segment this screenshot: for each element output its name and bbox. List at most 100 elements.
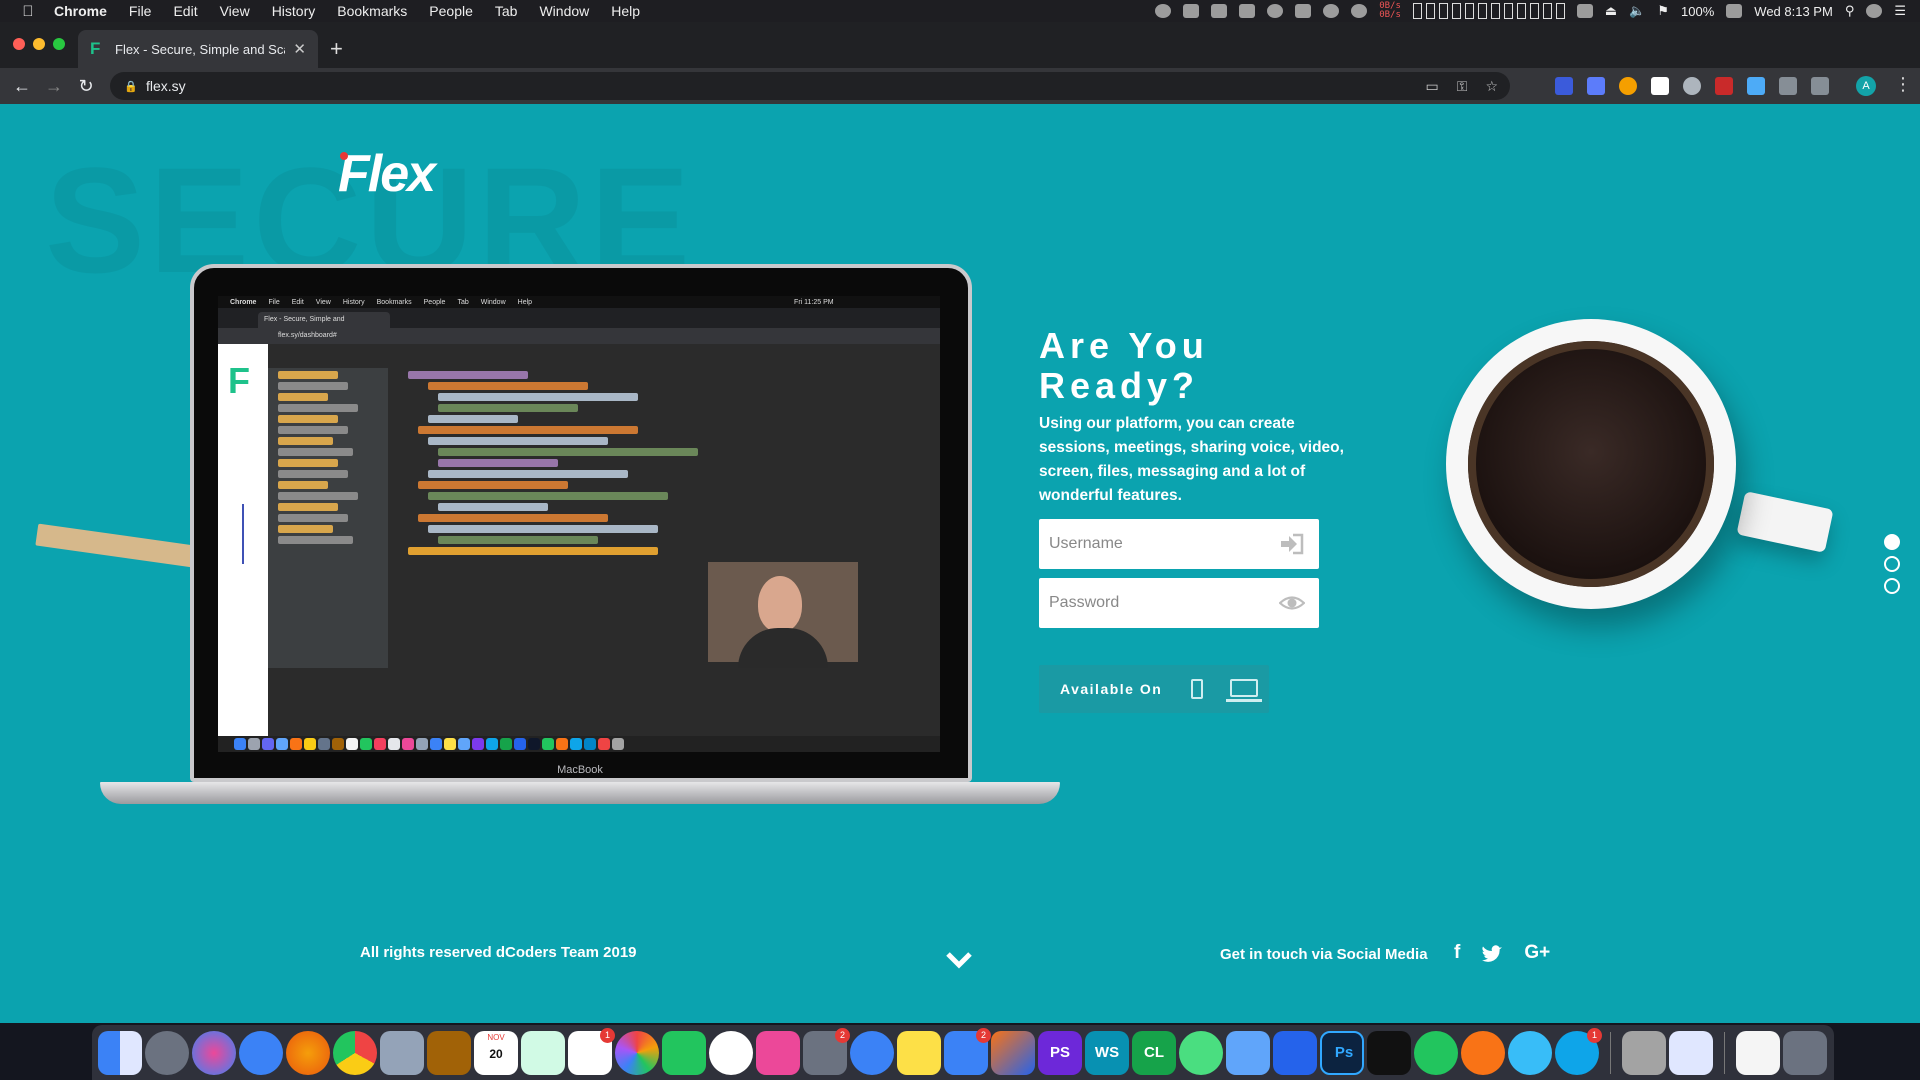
spotlight-search-icon[interactable]: ⚲ — [1845, 3, 1855, 19]
menu-tab[interactable]: Tab — [495, 3, 518, 19]
sign-in-icon[interactable] — [1279, 533, 1305, 555]
menu-people[interactable]: People — [429, 3, 473, 19]
news-icon[interactable] — [709, 1030, 753, 1075]
reminders-icon[interactable]: 1 — [568, 1027, 615, 1075]
address-bar[interactable]: 🔒 flex.sy ▭ ⚿ ☆ — [110, 72, 1510, 100]
menu-view[interactable]: View — [220, 3, 250, 19]
bug-icon[interactable] — [1295, 4, 1312, 18]
facetime-icon[interactable] — [662, 1030, 706, 1075]
battery-percent[interactable]: 100% — [1681, 4, 1714, 19]
keyboard-icon[interactable] — [1576, 4, 1593, 18]
lock-icon[interactable]: 🔒 — [124, 80, 138, 93]
chrome-icon[interactable] — [333, 1030, 377, 1075]
notification-center-icon[interactable]: ☰ — [1894, 3, 1906, 19]
volume-icon[interactable]: 🔈 — [1629, 3, 1645, 19]
archive-utility-icon[interactable] — [1622, 1030, 1666, 1075]
mobile-icon[interactable] — [1191, 679, 1203, 699]
prism-app-icon[interactable] — [1669, 1030, 1713, 1075]
photos-icon[interactable] — [615, 1030, 659, 1075]
desktop-icon[interactable] — [1226, 679, 1262, 702]
eject-icon[interactable]: ⏏ — [1605, 3, 1617, 19]
activity-icon[interactable] — [1323, 4, 1340, 18]
eye-icon[interactable] — [1279, 592, 1305, 614]
key-icon[interactable]: ⚿ — [1457, 78, 1468, 95]
close-window-button[interactable] — [13, 38, 25, 50]
launchpad-icon[interactable] — [145, 1030, 189, 1075]
minimize-window-button[interactable] — [33, 38, 45, 50]
menu-window[interactable]: Window — [539, 3, 589, 19]
checkmark-icon[interactable] — [1267, 4, 1284, 18]
document-stack-icon[interactable] — [1736, 1030, 1780, 1075]
clion-icon[interactable]: CL — [1132, 1030, 1176, 1075]
browser-menu-icon[interactable]: ⋮ — [1894, 74, 1912, 95]
webstorm-icon[interactable]: WS — [1085, 1030, 1129, 1075]
browser-tab[interactable]: F Flex - Secure, Simple and Scal ✕ — [78, 30, 318, 68]
safari-icon[interactable] — [239, 1030, 283, 1075]
password-input[interactable] — [1039, 578, 1269, 628]
twitter-icon[interactable] — [1482, 944, 1503, 962]
flex-logo[interactable]: Flex — [338, 144, 436, 204]
stack-extension-icon[interactable] — [1747, 77, 1765, 95]
notes-icon[interactable] — [897, 1030, 941, 1075]
menu-app-chrome[interactable]: Chrome — [54, 3, 107, 19]
adblock-extension-icon[interactable] — [1651, 77, 1669, 95]
new-tab-button[interactable]: + — [330, 36, 343, 62]
close-tab-icon[interactable]: ✕ — [293, 40, 306, 58]
siri-icon[interactable] — [1866, 4, 1883, 18]
phpstorm-icon[interactable]: PS — [1038, 1030, 1082, 1075]
slide-dot-1[interactable] — [1884, 534, 1900, 550]
menu-help[interactable]: Help — [611, 3, 640, 19]
xcode-icon[interactable] — [1226, 1030, 1270, 1075]
preview-icon[interactable] — [380, 1030, 424, 1075]
username-input[interactable] — [1039, 519, 1269, 569]
terminal-icon[interactable] — [1367, 1030, 1411, 1075]
clock[interactable]: Wed 8:13 PM — [1754, 4, 1833, 19]
vpn-extension-icon[interactable] — [1683, 77, 1701, 95]
app-store-icon[interactable]: 2 — [944, 1027, 991, 1075]
android-studio-icon[interactable] — [1179, 1030, 1223, 1075]
menu-edit[interactable]: Edit — [173, 3, 197, 19]
code-extension-icon[interactable] — [1811, 77, 1829, 95]
google-plus-icon[interactable]: G+ — [1524, 942, 1550, 964]
system-preferences-icon[interactable]: 2 — [803, 1027, 850, 1075]
translate-extension-icon[interactable] — [1555, 77, 1573, 95]
trash-icon[interactable] — [1783, 1030, 1827, 1075]
save-extension-icon[interactable] — [1587, 77, 1605, 95]
notebook-icon[interactable] — [427, 1030, 471, 1075]
cookie-extension-icon[interactable] — [1619, 77, 1637, 95]
telegram-icon[interactable] — [1508, 1030, 1552, 1075]
dropbox-icon[interactable] — [1183, 4, 1200, 18]
battery-icon[interactable] — [1726, 4, 1743, 18]
menu-history[interactable]: History — [272, 3, 316, 19]
url-text[interactable]: flex.sy — [146, 78, 186, 94]
skype-icon[interactable]: 1 — [1555, 1027, 1602, 1075]
matlab-icon[interactable] — [991, 1030, 1035, 1075]
finder-icon[interactable] — [98, 1030, 142, 1075]
username-field[interactable] — [1039, 519, 1319, 569]
slide-dot-2[interactable] — [1884, 556, 1900, 572]
vscode-icon[interactable] — [1273, 1030, 1317, 1075]
back-button[interactable]: ← — [6, 76, 38, 97]
maps-icon[interactable] — [521, 1030, 565, 1075]
menu-file[interactable]: File — [129, 3, 152, 19]
flag-extension-icon[interactable] — [1715, 77, 1733, 95]
green-app-icon[interactable] — [1414, 1030, 1458, 1075]
facebook-icon[interactable]: f — [1454, 942, 1460, 964]
apple-menu-icon[interactable]:  — [18, 3, 38, 20]
creative-cloud-icon[interactable] — [1155, 4, 1172, 18]
cast-icon[interactable]: ▭ — [1426, 78, 1439, 95]
cloud-icon[interactable] — [1211, 4, 1228, 18]
forward-button[interactable]: → — [38, 76, 70, 97]
reload-button[interactable]: ↻ — [70, 76, 102, 97]
chevron-down-icon[interactable] — [945, 946, 973, 974]
photoshop-icon[interactable]: Ps — [1320, 1030, 1364, 1075]
slide-dot-3[interactable] — [1884, 578, 1900, 594]
notification-icon[interactable] — [1239, 4, 1256, 18]
menu-bookmarks[interactable]: Bookmarks — [337, 3, 407, 19]
password-field[interactable] — [1039, 578, 1319, 628]
messages-icon[interactable] — [850, 1030, 894, 1075]
pie-chart-icon[interactable] — [1351, 4, 1368, 18]
bookmark-star-icon[interactable]: ☆ — [1485, 78, 1498, 95]
flag-us-icon[interactable]: ⚑ — [1657, 3, 1669, 19]
zoom-window-button[interactable] — [53, 38, 65, 50]
